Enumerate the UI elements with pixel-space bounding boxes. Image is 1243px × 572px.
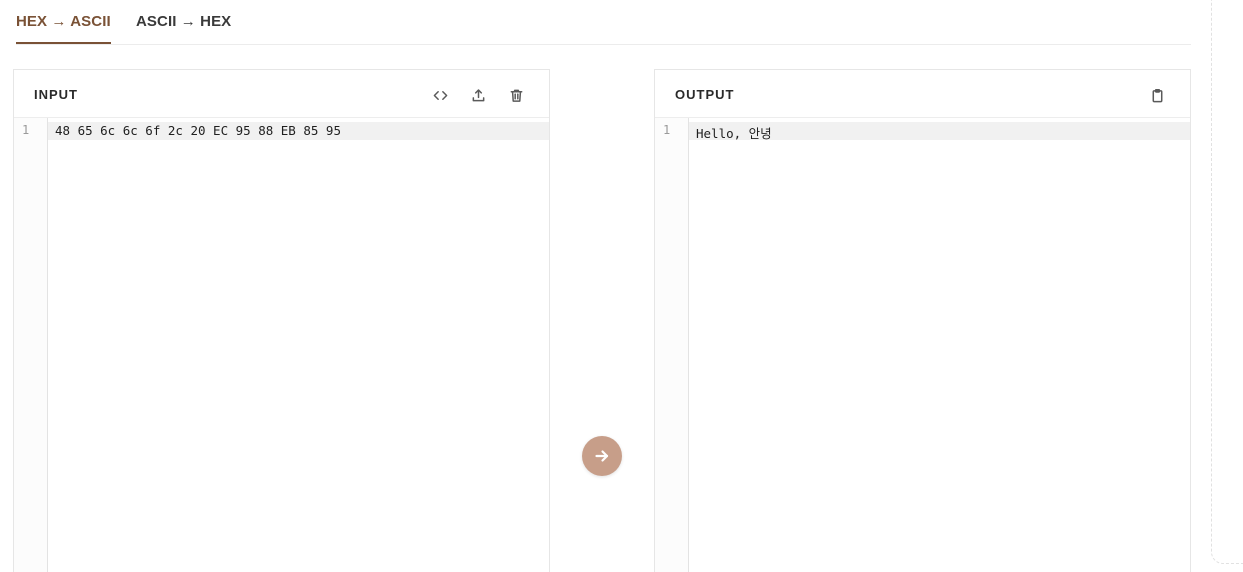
input-code-line[interactable]: 48 65 6c 6c 6f 2c 20 EC 95 88 EB 85 95: [55, 123, 341, 138]
input-gutter: 1: [14, 118, 48, 572]
tab-ascii-to-hex[interactable]: ASCII → HEX: [136, 13, 231, 44]
output-editor[interactable]: 1 Hello, 안녕: [655, 118, 1190, 572]
code-icon[interactable]: [429, 84, 451, 106]
output-gutter: 1: [655, 118, 689, 572]
arrow-right-icon: [595, 450, 609, 462]
page: HEX → ASCII ASCII → HEX INPUT 1 48 65 6c…: [0, 0, 1243, 572]
line-number: 1: [22, 123, 30, 137]
input-panel-title: INPUT: [34, 87, 78, 102]
output-panel-title: OUTPUT: [675, 87, 735, 102]
input-editor[interactable]: 1 48 65 6c 6c 6f 2c 20 EC 95 88 EB 85 95: [14, 118, 549, 572]
upload-icon[interactable]: [467, 84, 489, 106]
clipboard-icon[interactable]: [1146, 84, 1168, 106]
tab-hex-to-ascii[interactable]: HEX → ASCII: [16, 13, 111, 44]
output-panel: OUTPUT 1 Hello, 안녕: [654, 69, 1191, 572]
input-panel: INPUT 1 48 65 6c 6c 6f 2c 20 EC 95 88 EB…: [13, 69, 550, 572]
output-code-line[interactable]: Hello, 안녕: [696, 123, 772, 142]
convert-button[interactable]: [582, 436, 622, 476]
side-panel: [1211, 0, 1243, 564]
output-panel-header: OUTPUT: [655, 70, 1190, 118]
input-panel-header: INPUT: [14, 70, 549, 118]
trash-icon[interactable]: [505, 84, 527, 106]
line-number: 1: [663, 123, 671, 137]
mode-tabs: HEX → ASCII ASCII → HEX: [16, 0, 1191, 45]
